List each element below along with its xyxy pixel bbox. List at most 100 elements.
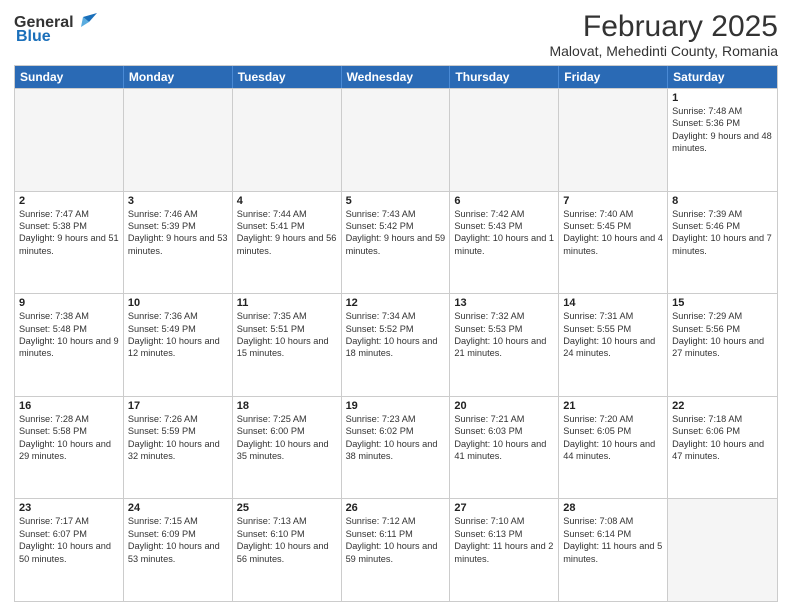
calendar-day-cell: 6Sunrise: 7:42 AM Sunset: 5:43 PM Daylig… <box>450 192 559 294</box>
weekday-header: Friday <box>559 66 668 88</box>
day-number: 3 <box>128 195 228 207</box>
calendar-week-row: 2Sunrise: 7:47 AM Sunset: 5:38 PM Daylig… <box>15 191 777 294</box>
day-number: 21 <box>563 400 663 412</box>
day-info: Sunrise: 7:17 AM Sunset: 6:07 PM Dayligh… <box>19 515 119 565</box>
calendar-day-cell: 24Sunrise: 7:15 AM Sunset: 6:09 PM Dayli… <box>124 499 233 601</box>
day-info: Sunrise: 7:47 AM Sunset: 5:38 PM Dayligh… <box>19 208 119 258</box>
day-number: 18 <box>237 400 337 412</box>
calendar-day-cell: 18Sunrise: 7:25 AM Sunset: 6:00 PM Dayli… <box>233 397 342 499</box>
day-info: Sunrise: 7:28 AM Sunset: 5:58 PM Dayligh… <box>19 413 119 463</box>
day-info: Sunrise: 7:40 AM Sunset: 5:45 PM Dayligh… <box>563 208 663 258</box>
calendar-day-cell: 3Sunrise: 7:46 AM Sunset: 5:39 PM Daylig… <box>124 192 233 294</box>
day-info: Sunrise: 7:21 AM Sunset: 6:03 PM Dayligh… <box>454 413 554 463</box>
day-info: Sunrise: 7:25 AM Sunset: 6:00 PM Dayligh… <box>237 413 337 463</box>
day-number: 6 <box>454 195 554 207</box>
day-number: 10 <box>128 297 228 309</box>
day-info: Sunrise: 7:20 AM Sunset: 6:05 PM Dayligh… <box>563 413 663 463</box>
day-info: Sunrise: 7:10 AM Sunset: 6:13 PM Dayligh… <box>454 515 554 565</box>
calendar-day-cell: 16Sunrise: 7:28 AM Sunset: 5:58 PM Dayli… <box>15 397 124 499</box>
day-number: 28 <box>563 502 663 514</box>
calendar-day-cell <box>668 499 777 601</box>
title-block: February 2025 Malovat, Mehedinti County,… <box>549 10 778 59</box>
day-info: Sunrise: 7:29 AM Sunset: 5:56 PM Dayligh… <box>672 310 773 360</box>
calendar-day-cell <box>450 89 559 191</box>
calendar-day-cell: 14Sunrise: 7:31 AM Sunset: 5:55 PM Dayli… <box>559 294 668 396</box>
day-number: 8 <box>672 195 773 207</box>
weekday-header: Tuesday <box>233 66 342 88</box>
day-number: 27 <box>454 502 554 514</box>
calendar-day-cell: 25Sunrise: 7:13 AM Sunset: 6:10 PM Dayli… <box>233 499 342 601</box>
calendar-week-row: 1Sunrise: 7:48 AM Sunset: 5:36 PM Daylig… <box>15 88 777 191</box>
calendar-day-cell: 9Sunrise: 7:38 AM Sunset: 5:48 PM Daylig… <box>15 294 124 396</box>
day-number: 16 <box>19 400 119 412</box>
day-info: Sunrise: 7:18 AM Sunset: 6:06 PM Dayligh… <box>672 413 773 463</box>
logo-blue-text: Blue <box>16 28 51 46</box>
day-info: Sunrise: 7:34 AM Sunset: 5:52 PM Dayligh… <box>346 310 446 360</box>
day-number: 13 <box>454 297 554 309</box>
calendar-day-cell: 4Sunrise: 7:44 AM Sunset: 5:41 PM Daylig… <box>233 192 342 294</box>
calendar-day-cell: 11Sunrise: 7:35 AM Sunset: 5:51 PM Dayli… <box>233 294 342 396</box>
calendar-day-cell <box>342 89 451 191</box>
weekday-header: Sunday <box>15 66 124 88</box>
day-number: 11 <box>237 297 337 309</box>
day-number: 24 <box>128 502 228 514</box>
calendar-day-cell: 2Sunrise: 7:47 AM Sunset: 5:38 PM Daylig… <box>15 192 124 294</box>
header: General Blue February 2025 Malovat, Mehe… <box>14 10 778 59</box>
day-number: 19 <box>346 400 446 412</box>
weekday-header: Thursday <box>450 66 559 88</box>
page: General Blue February 2025 Malovat, Mehe… <box>0 0 792 612</box>
calendar-day-cell: 21Sunrise: 7:20 AM Sunset: 6:05 PM Dayli… <box>559 397 668 499</box>
calendar-day-cell: 7Sunrise: 7:40 AM Sunset: 5:45 PM Daylig… <box>559 192 668 294</box>
calendar-day-cell: 1Sunrise: 7:48 AM Sunset: 5:36 PM Daylig… <box>668 89 777 191</box>
day-info: Sunrise: 7:13 AM Sunset: 6:10 PM Dayligh… <box>237 515 337 565</box>
day-info: Sunrise: 7:48 AM Sunset: 5:36 PM Dayligh… <box>672 105 773 155</box>
day-number: 23 <box>19 502 119 514</box>
day-number: 22 <box>672 400 773 412</box>
day-info: Sunrise: 7:42 AM Sunset: 5:43 PM Dayligh… <box>454 208 554 258</box>
calendar-day-cell: 12Sunrise: 7:34 AM Sunset: 5:52 PM Dayli… <box>342 294 451 396</box>
calendar-day-cell <box>15 89 124 191</box>
day-info: Sunrise: 7:36 AM Sunset: 5:49 PM Dayligh… <box>128 310 228 360</box>
calendar-day-cell: 27Sunrise: 7:10 AM Sunset: 6:13 PM Dayli… <box>450 499 559 601</box>
calendar-day-cell: 28Sunrise: 7:08 AM Sunset: 6:14 PM Dayli… <box>559 499 668 601</box>
day-number: 12 <box>346 297 446 309</box>
calendar-day-cell: 20Sunrise: 7:21 AM Sunset: 6:03 PM Dayli… <box>450 397 559 499</box>
subtitle: Malovat, Mehedinti County, Romania <box>549 43 778 59</box>
day-info: Sunrise: 7:35 AM Sunset: 5:51 PM Dayligh… <box>237 310 337 360</box>
main-title: February 2025 <box>549 10 778 43</box>
day-info: Sunrise: 7:46 AM Sunset: 5:39 PM Dayligh… <box>128 208 228 258</box>
calendar-day-cell: 23Sunrise: 7:17 AM Sunset: 6:07 PM Dayli… <box>15 499 124 601</box>
calendar-day-cell <box>233 89 342 191</box>
day-number: 14 <box>563 297 663 309</box>
calendar-day-cell: 26Sunrise: 7:12 AM Sunset: 6:11 PM Dayli… <box>342 499 451 601</box>
day-number: 5 <box>346 195 446 207</box>
day-number: 25 <box>237 502 337 514</box>
calendar-header: SundayMondayTuesdayWednesdayThursdayFrid… <box>15 66 777 88</box>
calendar: SundayMondayTuesdayWednesdayThursdayFrid… <box>14 65 778 602</box>
weekday-header: Wednesday <box>342 66 451 88</box>
day-info: Sunrise: 7:26 AM Sunset: 5:59 PM Dayligh… <box>128 413 228 463</box>
calendar-week-row: 16Sunrise: 7:28 AM Sunset: 5:58 PM Dayli… <box>15 396 777 499</box>
calendar-day-cell: 17Sunrise: 7:26 AM Sunset: 5:59 PM Dayli… <box>124 397 233 499</box>
calendar-day-cell <box>124 89 233 191</box>
day-number: 9 <box>19 297 119 309</box>
day-info: Sunrise: 7:12 AM Sunset: 6:11 PM Dayligh… <box>346 515 446 565</box>
day-info: Sunrise: 7:39 AM Sunset: 5:46 PM Dayligh… <box>672 208 773 258</box>
calendar-day-cell: 5Sunrise: 7:43 AM Sunset: 5:42 PM Daylig… <box>342 192 451 294</box>
day-info: Sunrise: 7:44 AM Sunset: 5:41 PM Dayligh… <box>237 208 337 258</box>
day-number: 1 <box>672 92 773 104</box>
day-info: Sunrise: 7:38 AM Sunset: 5:48 PM Dayligh… <box>19 310 119 360</box>
day-number: 4 <box>237 195 337 207</box>
calendar-day-cell: 13Sunrise: 7:32 AM Sunset: 5:53 PM Dayli… <box>450 294 559 396</box>
calendar-day-cell: 8Sunrise: 7:39 AM Sunset: 5:46 PM Daylig… <box>668 192 777 294</box>
day-info: Sunrise: 7:43 AM Sunset: 5:42 PM Dayligh… <box>346 208 446 258</box>
logo: General Blue <box>14 14 97 46</box>
day-number: 7 <box>563 195 663 207</box>
day-number: 17 <box>128 400 228 412</box>
day-number: 20 <box>454 400 554 412</box>
day-info: Sunrise: 7:31 AM Sunset: 5:55 PM Dayligh… <box>563 310 663 360</box>
weekday-header: Saturday <box>668 66 777 88</box>
day-info: Sunrise: 7:23 AM Sunset: 6:02 PM Dayligh… <box>346 413 446 463</box>
calendar-week-row: 23Sunrise: 7:17 AM Sunset: 6:07 PM Dayli… <box>15 498 777 601</box>
calendar-body: 1Sunrise: 7:48 AM Sunset: 5:36 PM Daylig… <box>15 88 777 601</box>
